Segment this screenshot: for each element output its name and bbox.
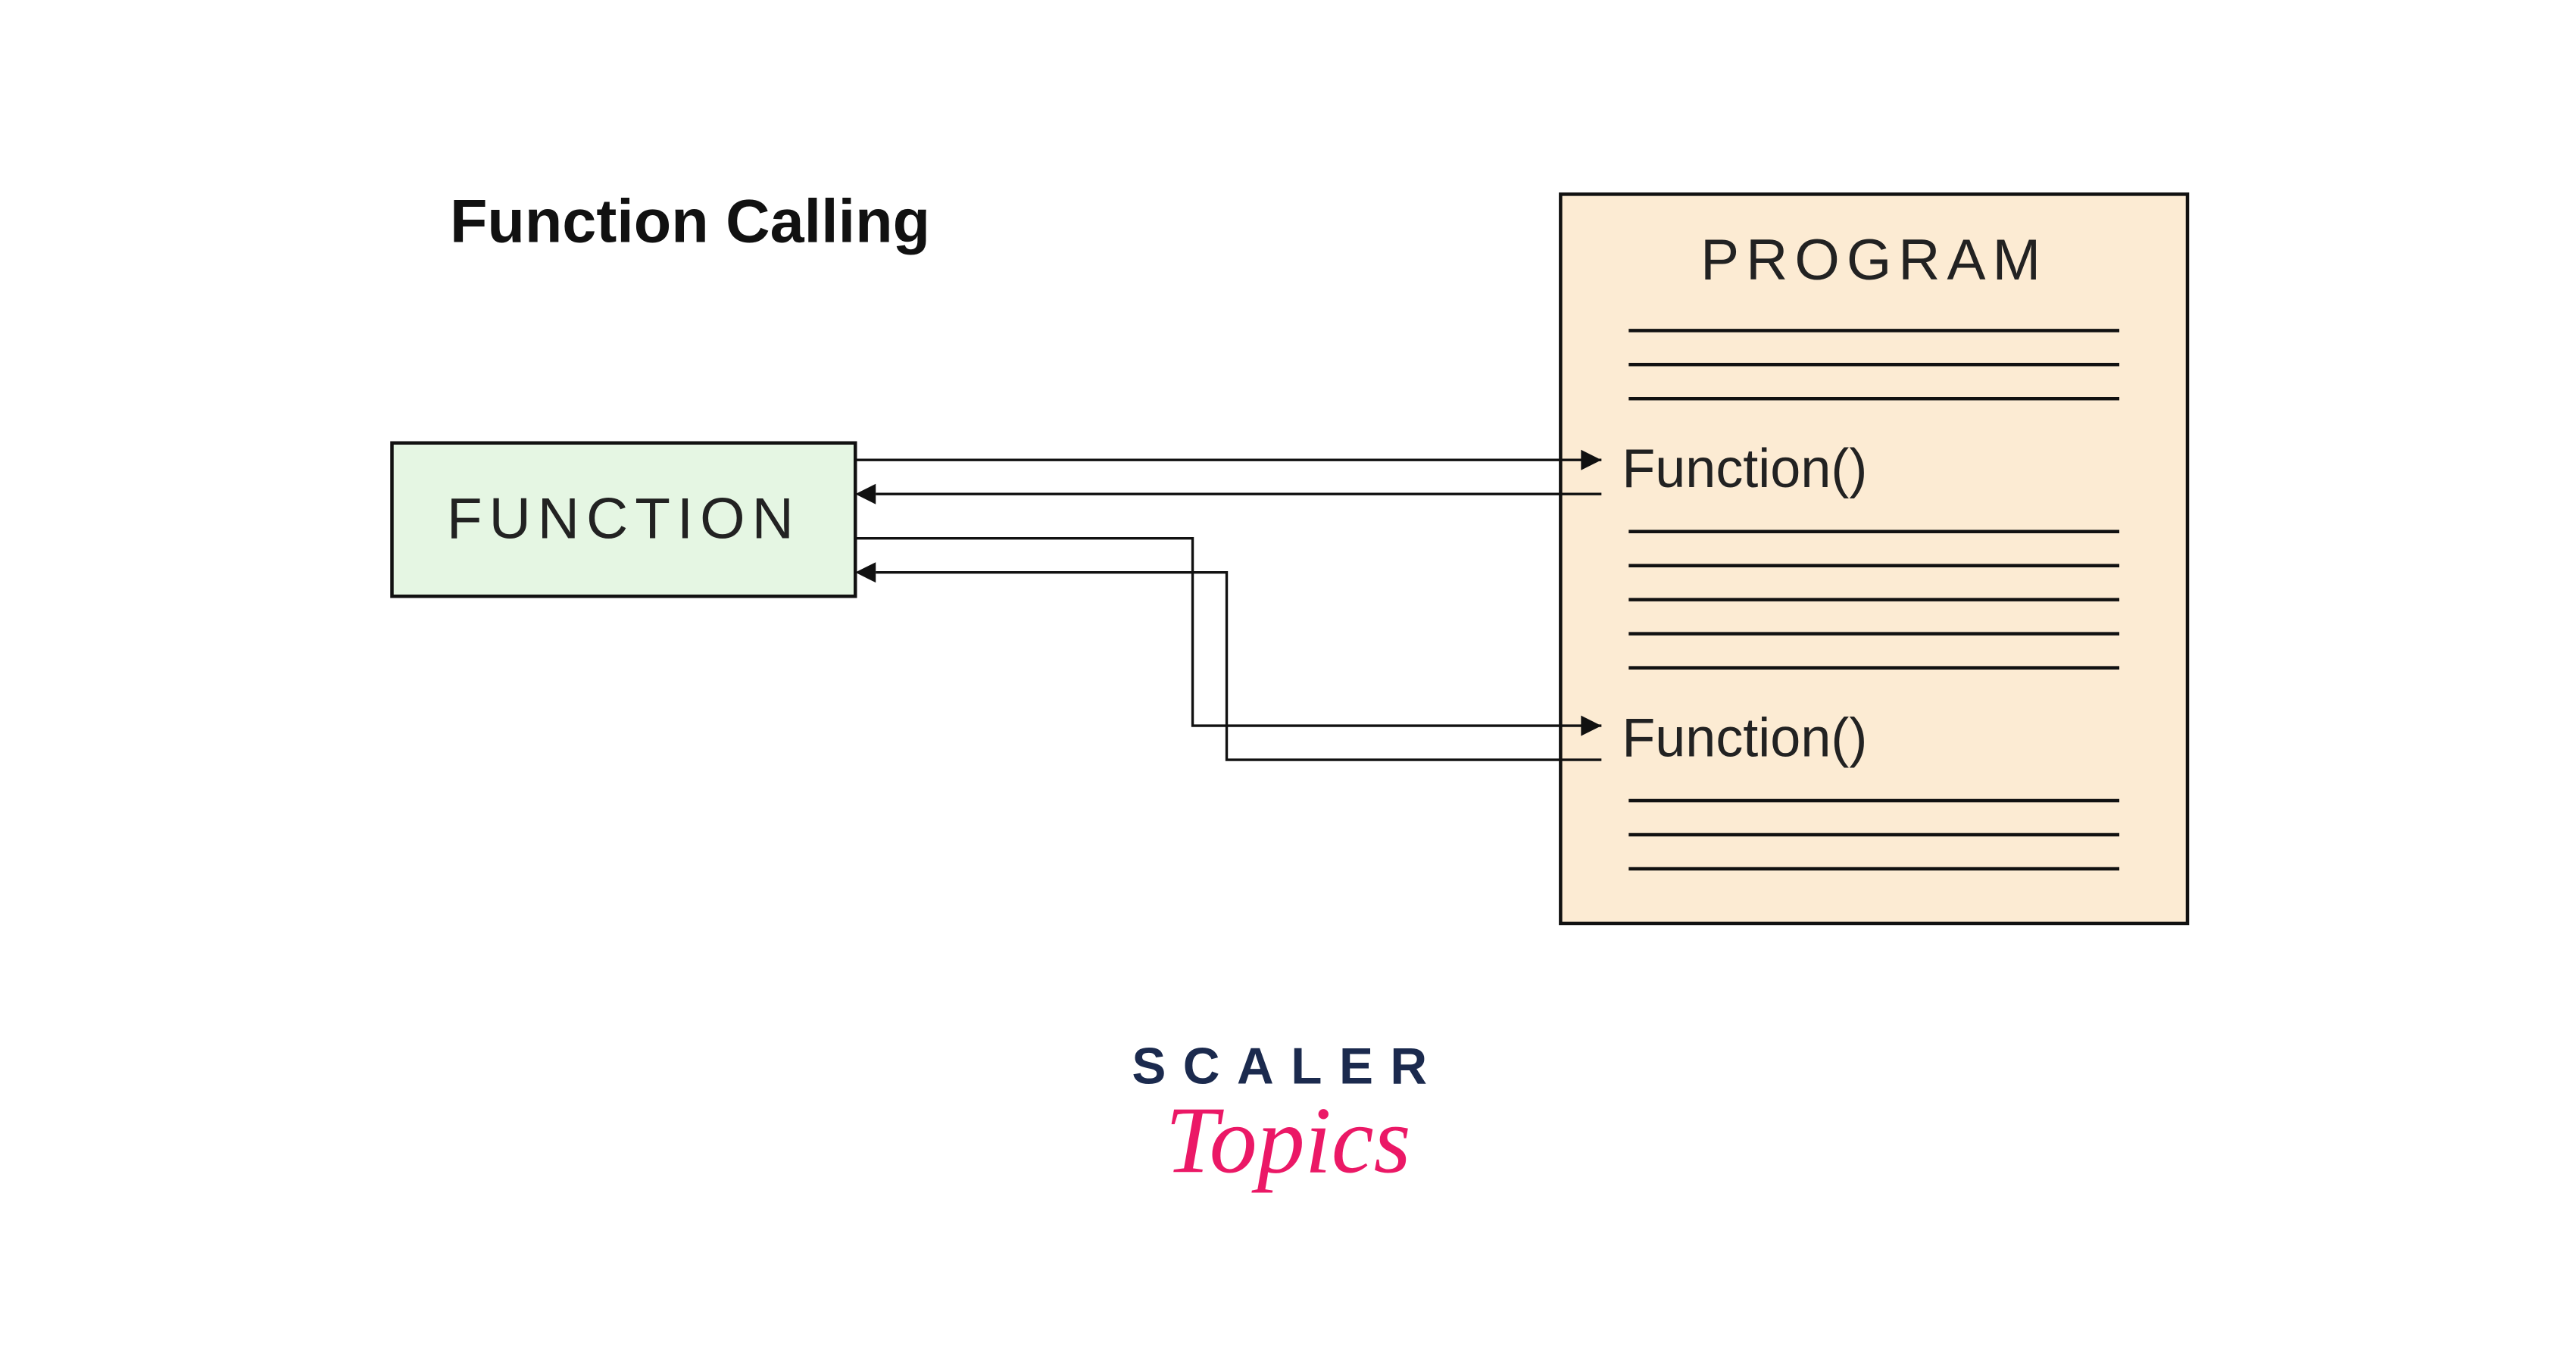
function-box-label: FUNCTION [447, 487, 801, 551]
connector-call-2 [855, 539, 1601, 760]
brand-secondary-text: Topics [1165, 1088, 1410, 1193]
program-box-label: PROGRAM [1700, 228, 2047, 292]
connector-call-1 [855, 450, 1601, 504]
program-box [1560, 194, 2187, 923]
program-call-2-label: Function() [1622, 708, 1867, 769]
diagram-title: Function Calling [450, 187, 930, 255]
diagram-canvas: Function Calling FUNCTION PROGRAM Functi… [0, 0, 2576, 1368]
brand-primary-text: SCALER [1132, 1038, 1444, 1095]
program-call-1-label: Function() [1622, 439, 1867, 499]
brand-logo: SCALER Topics [1132, 1038, 1444, 1193]
